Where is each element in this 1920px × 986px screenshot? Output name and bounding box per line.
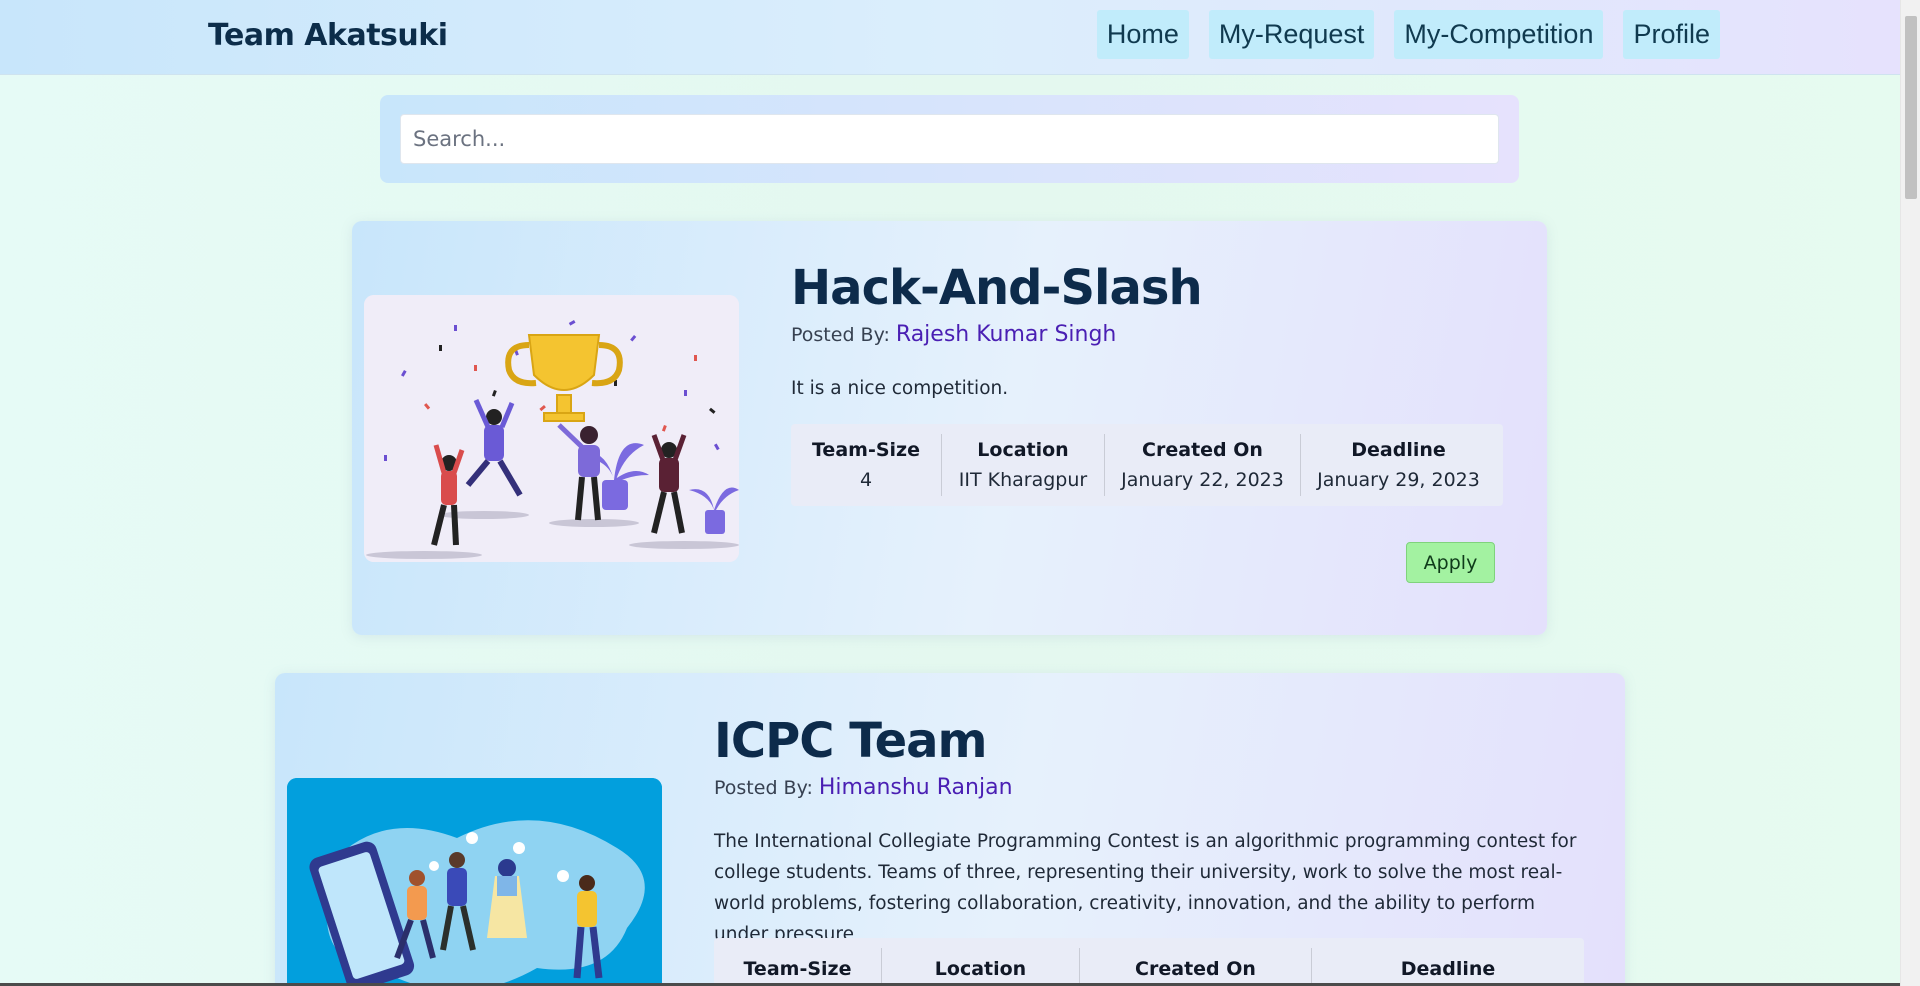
nav-links: Home My-Request My-Competition Profile xyxy=(1096,10,1720,59)
competition-stats: Team-Size 4 Location IIT Kharagpur Creat… xyxy=(791,424,1503,506)
author-link[interactable]: Rajesh Kumar Singh xyxy=(896,322,1116,347)
posted-by-label: Posted By: xyxy=(791,324,890,346)
vertical-scrollbar[interactable] xyxy=(1900,0,1920,986)
posted-by: Posted By: Himanshu Ranjan xyxy=(714,775,1013,800)
stat-deadline: Deadline xyxy=(1312,948,1584,986)
competition-title: Hack-And-Slash xyxy=(791,260,1203,316)
posted-by-label: Posted By: xyxy=(714,777,813,799)
nav-my-competition[interactable]: My-Competition xyxy=(1394,10,1604,59)
competition-title: ICPC Team xyxy=(714,713,988,769)
stat-label: Location xyxy=(977,439,1069,461)
competition-stats: Team-Size Location Created On Deadline xyxy=(714,938,1584,986)
stat-label: Created On xyxy=(1142,439,1263,461)
stat-value: IIT Kharagpur xyxy=(958,469,1088,491)
trophy-celebration-illustration xyxy=(364,295,739,562)
nav-home[interactable]: Home xyxy=(1096,10,1189,59)
stat-location: Location xyxy=(882,948,1080,986)
apply-button[interactable]: Apply xyxy=(1406,542,1495,583)
stat-label: Team-Size xyxy=(812,439,920,461)
navbar: Team Akatsuki Home My-Request My-Competi… xyxy=(0,0,1900,75)
author-link[interactable]: Himanshu Ranjan xyxy=(819,775,1013,800)
competition-description: It is a nice competition. xyxy=(791,378,1009,399)
stat-label: Deadline xyxy=(1400,958,1496,980)
brand-title[interactable]: Team Akatsuki xyxy=(208,18,448,53)
stat-team-size: Team-Size xyxy=(714,948,882,986)
stat-label: Deadline xyxy=(1351,439,1446,461)
nav-profile[interactable]: Profile xyxy=(1623,10,1720,59)
competition-description: The International Collegiate Programming… xyxy=(714,831,1577,945)
stat-label: Team-Size xyxy=(743,958,852,980)
search-input[interactable] xyxy=(400,114,1499,164)
stat-created-on: Created On January 22, 2023 xyxy=(1105,434,1301,496)
stat-value: January 22, 2023 xyxy=(1121,469,1284,491)
stat-label: Created On xyxy=(1135,958,1256,980)
stat-value: January 29, 2023 xyxy=(1317,469,1480,491)
nav-my-request[interactable]: My-Request xyxy=(1208,10,1375,59)
stat-deadline: Deadline January 29, 2023 xyxy=(1301,434,1496,496)
competition-card: ICPC Team Posted By: Himanshu Ranjan The… xyxy=(275,673,1625,986)
stat-team-size: Team-Size 4 xyxy=(791,434,942,496)
search-bar xyxy=(380,95,1519,183)
posted-by: Posted By: Rajesh Kumar Singh xyxy=(791,322,1116,347)
stat-label: Location xyxy=(934,958,1027,980)
stat-value: 4 xyxy=(859,469,873,491)
stat-created-on: Created On xyxy=(1080,948,1312,986)
scrollbar-thumb[interactable] xyxy=(1905,16,1917,199)
stat-location: Location IIT Kharagpur xyxy=(942,434,1105,496)
team-collaboration-illustration xyxy=(287,778,662,986)
competition-card: Hack-And-Slash Posted By: Rajesh Kumar S… xyxy=(352,221,1547,635)
